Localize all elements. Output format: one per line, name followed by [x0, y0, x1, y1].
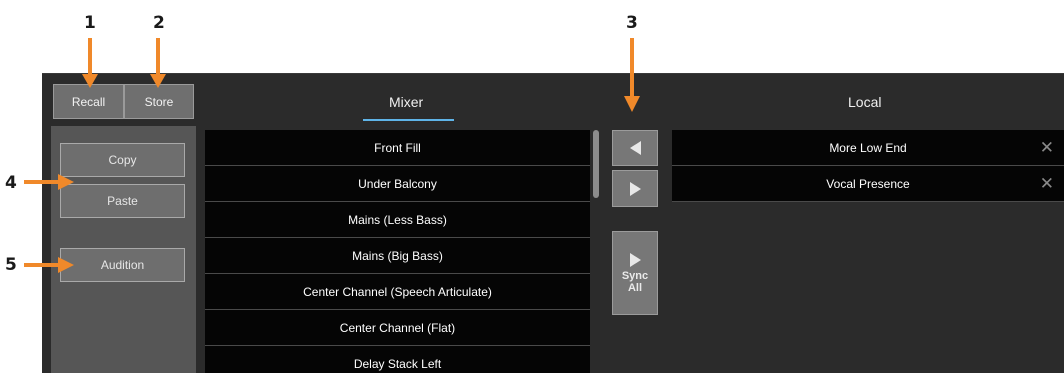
- recall-button[interactable]: Recall: [53, 84, 124, 119]
- list-item[interactable]: Under Balcony: [205, 166, 590, 202]
- sync-all-label: Sync All: [622, 270, 648, 294]
- sync-label-line1: Sync: [621, 269, 649, 282]
- callout-4: 4: [5, 173, 17, 193]
- sync-all-button[interactable]: Sync All: [612, 231, 658, 315]
- paste-button[interactable]: Paste: [60, 184, 185, 218]
- list-item[interactable]: Mains (Less Bass): [205, 202, 590, 238]
- callout-5: 5: [5, 255, 17, 275]
- mixer-list-scrollbar[interactable]: [593, 130, 599, 373]
- audition-button[interactable]: Audition: [60, 248, 185, 282]
- list-item[interactable]: Vocal Presence ✕: [672, 166, 1064, 202]
- mixer-preset-list: Front Fill Under Balcony Mains (Less Bas…: [205, 130, 590, 373]
- callout-1: 1: [84, 13, 96, 33]
- triangle-left-icon: [629, 141, 641, 155]
- close-icon[interactable]: ✕: [1040, 175, 1054, 192]
- local-preset-label: Vocal Presence: [826, 176, 910, 191]
- transfer-to-local-button[interactable]: [612, 170, 658, 207]
- tab-mixer-underline: [363, 119, 454, 121]
- list-item[interactable]: Delay Stack Left: [205, 346, 590, 373]
- transfer-to-mixer-button[interactable]: [612, 130, 658, 166]
- tab-mixer[interactable]: Mixer: [389, 94, 423, 110]
- local-preset-list: More Low End ✕ Vocal Presence ✕: [672, 130, 1064, 202]
- sync-label-line2: All: [627, 281, 643, 294]
- list-item[interactable]: Center Channel (Speech Articulate): [205, 274, 590, 310]
- callout-2: 2: [153, 13, 165, 33]
- list-item[interactable]: More Low End ✕: [672, 130, 1064, 166]
- tab-local[interactable]: Local: [848, 94, 881, 110]
- store-button[interactable]: Store: [124, 84, 194, 119]
- copy-button[interactable]: Copy: [60, 143, 185, 177]
- callout-3: 3: [626, 13, 638, 33]
- local-preset-label: More Low End: [829, 140, 907, 155]
- triangle-right-icon: [629, 252, 641, 267]
- list-item[interactable]: Center Channel (Flat): [205, 310, 590, 346]
- preset-manager-panel: Recall Store Copy Paste Audition Mixer L…: [42, 73, 1064, 373]
- preset-actions-sidebar: Copy Paste Audition: [51, 126, 196, 373]
- triangle-right-icon: [629, 181, 641, 196]
- scrollbar-thumb[interactable]: [593, 130, 599, 198]
- list-item[interactable]: Mains (Big Bass): [205, 238, 590, 274]
- list-item[interactable]: Front Fill: [205, 130, 590, 166]
- close-icon[interactable]: ✕: [1040, 139, 1054, 156]
